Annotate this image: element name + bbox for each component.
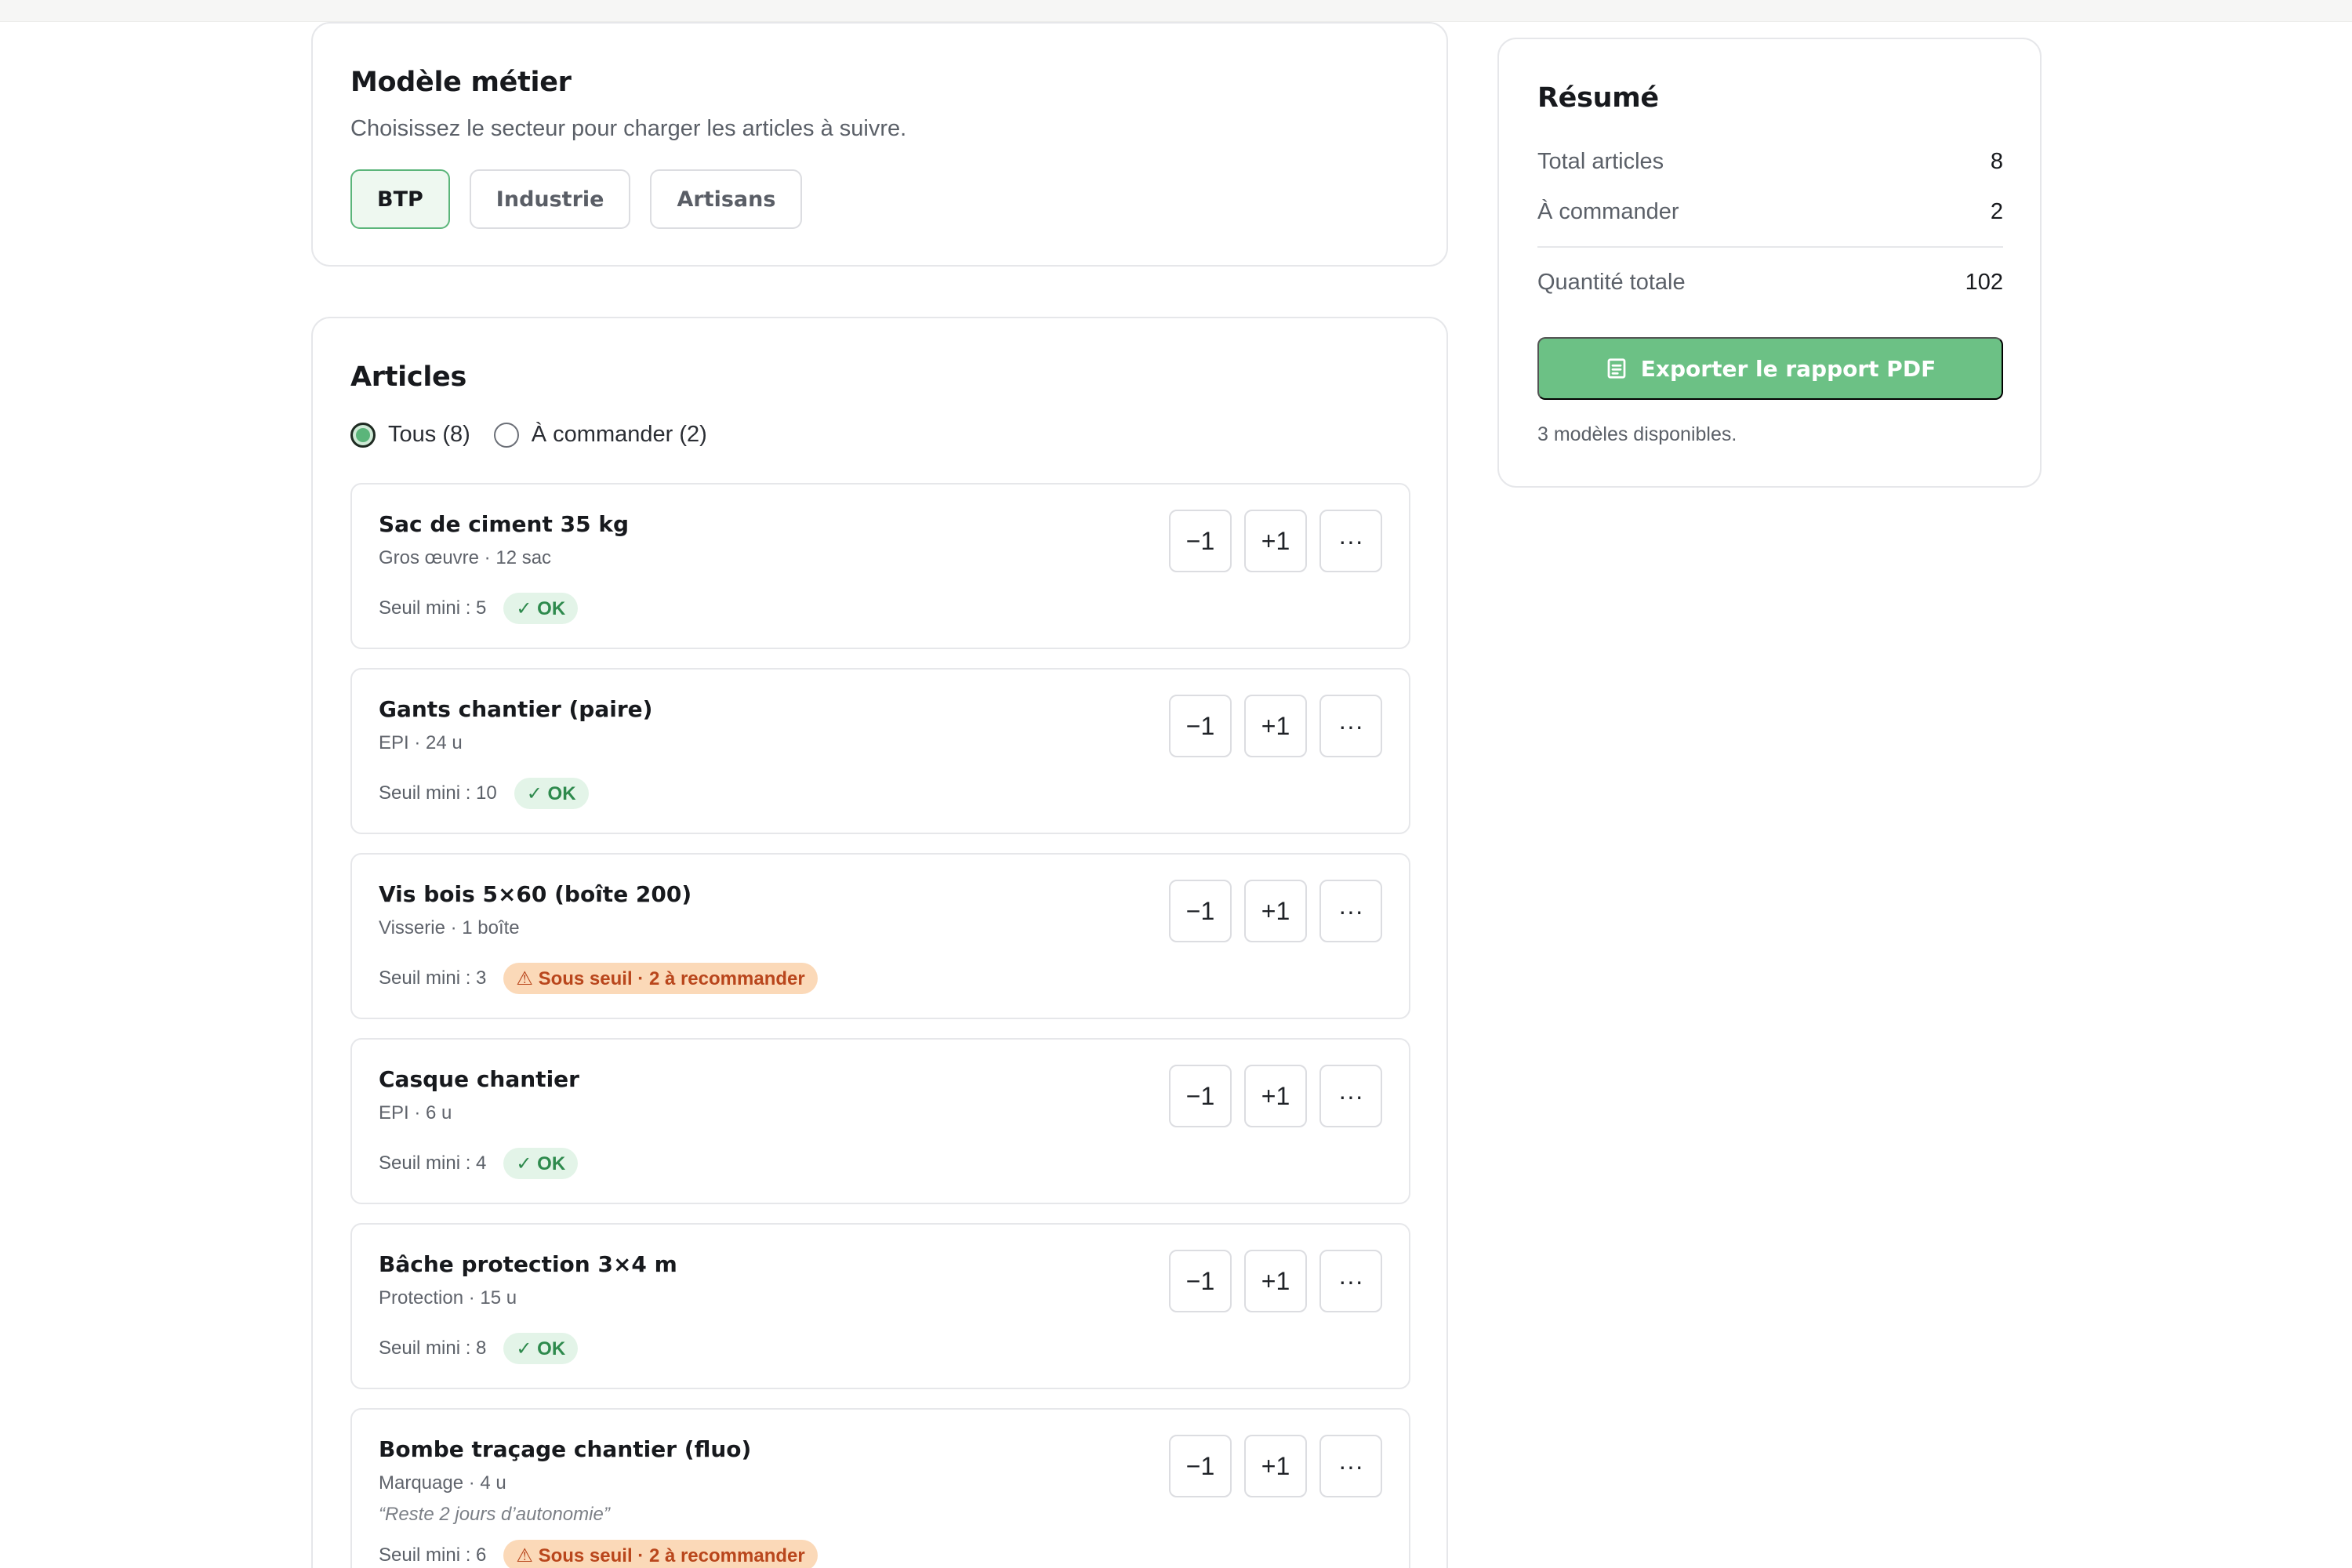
sector-selector: BTP Industrie Artisans (350, 169, 803, 229)
summary-label: Quantité totale (1537, 270, 1686, 295)
article-meta: Visserie · 1 boîte (379, 917, 520, 938)
more-options-button[interactable]: ··· (1319, 695, 1382, 757)
article-item: Sac de ciment 35 kg Gros œuvre · 12 sac … (350, 483, 1410, 649)
decrement-button[interactable]: −1 (1169, 880, 1232, 942)
increment-button[interactable]: +1 (1244, 1250, 1307, 1312)
summary-value: 8 (1990, 149, 2003, 174)
article-name: Gants chantier (paire) (379, 696, 653, 722)
sector-artisans-button[interactable]: Artisans (650, 169, 803, 229)
increment-button[interactable]: +1 (1244, 1435, 1307, 1497)
status-badge: ✓ OK (503, 1333, 579, 1364)
increment-button[interactable]: +1 (1244, 1065, 1307, 1127)
article-meta: Protection · 15 u (379, 1287, 517, 1308)
business-model-title: Modèle métier (350, 67, 572, 98)
article-meta: EPI · 6 u (379, 1102, 452, 1123)
article-name: Casque chantier (379, 1066, 579, 1092)
status-badge: ✓ OK (503, 1148, 579, 1179)
decrement-button[interactable]: −1 (1169, 695, 1232, 757)
summary-value: 102 (1965, 270, 2003, 295)
document-export-icon (1607, 358, 1626, 379)
summary-value: 2 (1990, 199, 2003, 224)
article-meta: EPI · 24 u (379, 732, 463, 753)
article-threshold: Seuil mini : 8 (379, 1338, 487, 1359)
summary-title: Résumé (1537, 82, 1659, 114)
article-item: Casque chantier EPI · 6 u Seuil mini : 4… (350, 1038, 1410, 1204)
more-options-button[interactable]: ··· (1319, 510, 1382, 572)
summary-row-total: Total articles 8 (1537, 149, 2003, 175)
more-options-button[interactable]: ··· (1319, 1435, 1382, 1497)
articles-list: Sac de ciment 35 kg Gros œuvre · 12 sac … (350, 483, 1410, 1568)
summary-card: Résumé Total articles 8 À commander 2 Qu… (1497, 38, 2042, 488)
filter-all-option[interactable]: Tous (8) (350, 422, 470, 448)
status-badge: ✓ OK (514, 778, 589, 809)
filter-to-order-option[interactable]: À commander (2) (493, 422, 707, 448)
increment-button[interactable]: +1 (1244, 695, 1307, 757)
top-bar (0, 0, 2352, 22)
article-threshold: Seuil mini : 3 (379, 967, 487, 989)
increment-button[interactable]: +1 (1244, 880, 1307, 942)
status-badge: ✓ OK (503, 593, 579, 624)
articles-card: Articles Tous (8) À commander (2) Sac de… (311, 317, 1448, 1568)
article-note: “Reste 2 jours d’autonomie” (379, 1504, 610, 1525)
article-name: Bombe traçage chantier (fluo) (379, 1436, 752, 1462)
filter-all-label: Tous (8) (388, 422, 470, 447)
decrement-button[interactable]: −1 (1169, 510, 1232, 572)
status-badge: ⚠ Sous seuil · 2 à recommander (503, 1540, 818, 1568)
more-options-button[interactable]: ··· (1319, 1065, 1382, 1127)
sector-industrie-button[interactable]: Industrie (469, 169, 631, 229)
article-item: Gants chantier (paire) EPI · 24 u Seuil … (350, 668, 1410, 834)
article-threshold: Seuil mini : 5 (379, 597, 487, 619)
summary-footer: 3 modèles disponibles. (1537, 423, 1737, 445)
article-threshold: Seuil mini : 4 (379, 1152, 487, 1174)
article-threshold: Seuil mini : 10 (379, 782, 497, 804)
summary-label: À commander (1537, 199, 1679, 224)
articles-filter: Tous (8) À commander (2) (350, 422, 707, 448)
article-name: Bâche protection 3×4 m (379, 1251, 677, 1277)
article-meta: Gros œuvre · 12 sac (379, 547, 552, 568)
filter-to-order-label: À commander (2) (531, 422, 707, 447)
summary-row-to-order: À commander 2 (1537, 199, 2003, 225)
article-meta: Marquage · 4 u (379, 1472, 506, 1494)
summary-label: Total articles (1537, 149, 1664, 174)
sector-btp-button[interactable]: BTP (350, 169, 450, 229)
articles-title: Articles (350, 361, 466, 393)
article-threshold: Seuil mini : 6 (379, 1544, 487, 1566)
decrement-button[interactable]: −1 (1169, 1250, 1232, 1312)
status-badge: ⚠ Sous seuil · 2 à recommander (503, 963, 818, 994)
decrement-button[interactable]: −1 (1169, 1065, 1232, 1127)
article-item: Bombe traçage chantier (fluo) Marquage ·… (350, 1408, 1410, 1568)
more-options-button[interactable]: ··· (1319, 1250, 1382, 1312)
more-options-button[interactable]: ··· (1319, 880, 1382, 942)
export-pdf-label: Exporter le rapport PDF (1640, 355, 1936, 382)
export-pdf-button[interactable]: Exporter le rapport PDF (1537, 337, 2003, 400)
article-item: Vis bois 5×60 (boîte 200) Visserie · 1 b… (350, 853, 1410, 1019)
article-name: Sac de ciment 35 kg (379, 511, 629, 537)
article-item: Bâche protection 3×4 m Protection · 15 u… (350, 1223, 1410, 1389)
business-model-card: Modèle métier Choisissez le secteur pour… (311, 22, 1448, 267)
decrement-button[interactable]: −1 (1169, 1435, 1232, 1497)
summary-divider (1537, 246, 2003, 248)
filter-all-radio[interactable] (350, 422, 376, 448)
filter-to-order-radio[interactable] (493, 422, 519, 448)
business-model-description: Choisissez le secteur pour charger les a… (350, 116, 907, 141)
article-name: Vis bois 5×60 (boîte 200) (379, 881, 692, 907)
increment-button[interactable]: +1 (1244, 510, 1307, 572)
summary-row-quantity: Quantité totale 102 (1537, 270, 2003, 296)
